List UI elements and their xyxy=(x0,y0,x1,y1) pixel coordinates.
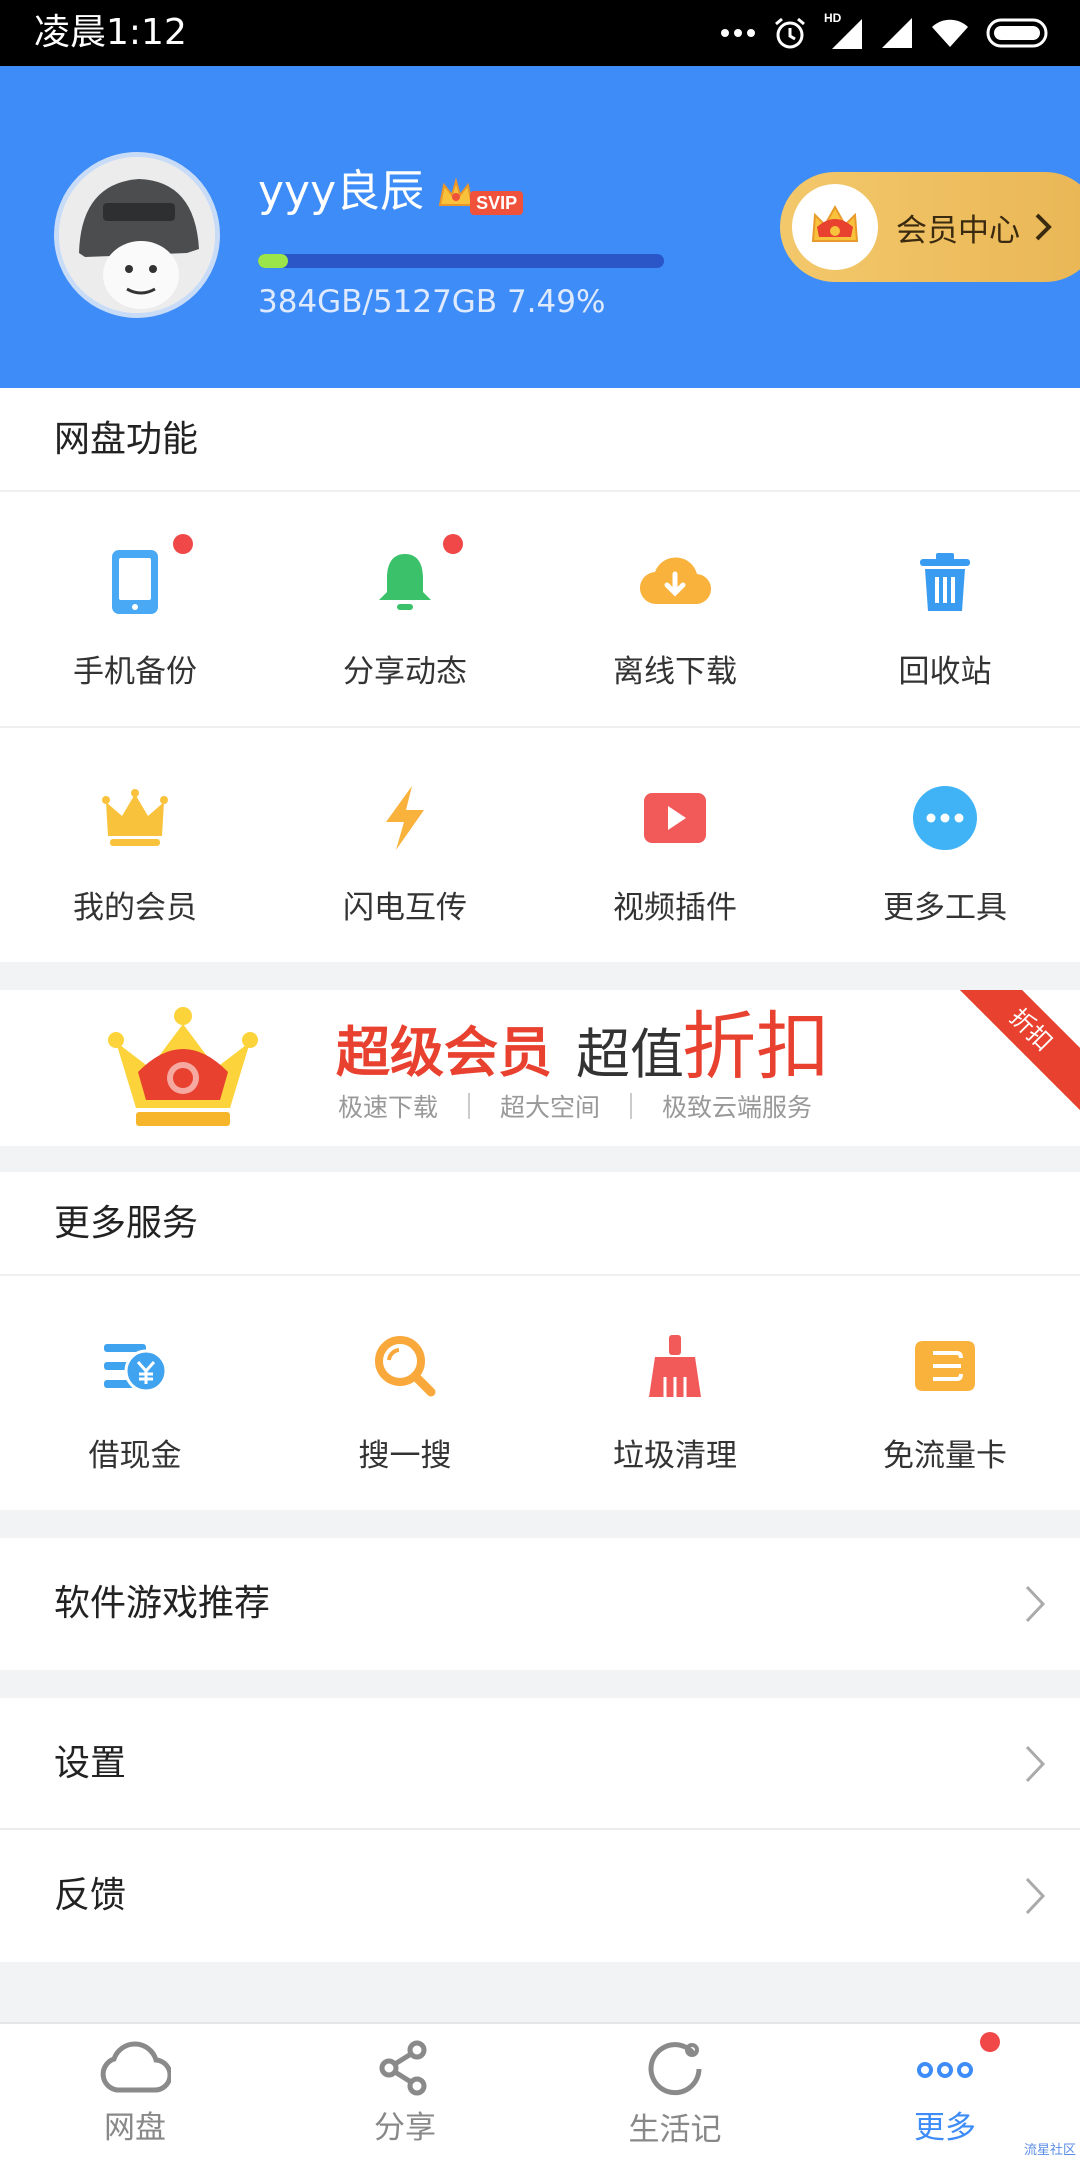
service-junk-cleanup[interactable]: 垃圾清理 xyxy=(540,1276,810,1510)
status-time: 凌晨1:12 xyxy=(34,12,187,53)
menu-recommend-label: 软件游戏推荐 xyxy=(54,1583,271,1624)
feature-label: 手机备份 xyxy=(73,654,197,690)
svip-badge: SVIP xyxy=(436,169,524,215)
cloud-icon xyxy=(100,2041,171,2093)
feature-my-membership[interactable]: 我的会员 xyxy=(0,728,270,960)
menu-recommend[interactable]: 软件游戏推荐 xyxy=(0,1538,1080,1670)
service-label: 借现金 xyxy=(88,1438,182,1474)
separator xyxy=(468,1093,471,1119)
feature-label: 我的会员 xyxy=(73,890,197,926)
feature-offline-download[interactable]: 离线下载 xyxy=(540,492,810,726)
sim-card-icon xyxy=(915,1341,975,1391)
storage-quota-bar xyxy=(258,254,664,268)
bottom-tab-bar: 网盘 分享 生活记 更多 流星社区 xyxy=(0,2022,1080,2160)
menu-settings-label: 设置 xyxy=(54,1743,127,1784)
wifi-icon xyxy=(932,19,968,47)
phone-icon xyxy=(112,550,158,614)
service-search[interactable]: 搜一搜 xyxy=(270,1276,540,1510)
service-label: 免流量卡 xyxy=(883,1438,1007,1474)
chevron-right-icon xyxy=(1025,1745,1046,1783)
more-dots-icon xyxy=(913,786,977,850)
cloud-download-icon xyxy=(640,557,711,605)
services-title: 更多服务 xyxy=(0,1172,1080,1276)
tab-label: 网盘 xyxy=(104,2110,166,2146)
lightning-icon xyxy=(386,786,424,850)
feature-label: 离线下载 xyxy=(613,654,737,690)
username: yyy良辰 xyxy=(258,166,425,217)
share-icon xyxy=(379,2040,427,2096)
banner-title-big: 折扣 xyxy=(682,1004,830,1090)
battery-icon xyxy=(986,18,1048,48)
feature-share-activity[interactable]: 分享动态 xyxy=(270,492,540,726)
tab-label: 分享 xyxy=(374,2110,436,2146)
feature-more-tools[interactable]: 更多工具 xyxy=(810,728,1080,960)
broom-icon xyxy=(649,1335,701,1397)
cash-icon xyxy=(104,1344,168,1393)
features-card: 网盘功能 手机备份 分享动态 离线下载 回收站 我的会员 闪电互传 视频插件 更… xyxy=(0,388,1080,962)
service-data-free-card[interactable]: 免流量卡 xyxy=(810,1276,1080,1510)
banner-subtitle: 超大空间 xyxy=(500,1093,601,1122)
super-vip-banner[interactable]: 超级会员 超值 折扣 极速下载 超大空间 极致云端服务 折扣 xyxy=(0,990,1080,1146)
feature-label: 视频插件 xyxy=(613,890,737,926)
feature-label: 闪电互传 xyxy=(343,890,467,926)
bell-icon xyxy=(379,554,431,610)
menu-feedback[interactable]: 反馈 xyxy=(0,1830,1080,1962)
tab-life-record[interactable]: 生活记 xyxy=(540,2024,810,2160)
notification-dot xyxy=(173,534,193,554)
crown-illustration-icon xyxy=(108,1007,258,1126)
tab-label: 生活记 xyxy=(628,2112,722,2148)
feature-recycle-bin[interactable]: 回收站 xyxy=(810,492,1080,726)
notification-dot xyxy=(980,2032,1000,2052)
crown-icon xyxy=(811,204,859,242)
storage-quota-fill xyxy=(258,254,289,268)
status-bar: 凌晨1:12 HD xyxy=(0,0,1080,66)
vip-center-button[interactable]: 会员中心 xyxy=(780,172,1080,282)
feature-label: 更多工具 xyxy=(883,890,1007,926)
crown-icon xyxy=(102,789,168,846)
banner-subtitle: 极速下载 xyxy=(338,1093,439,1122)
tab-label: 更多 xyxy=(914,2110,976,2146)
avatar[interactable] xyxy=(54,152,220,318)
refresh-circle-icon xyxy=(648,2042,702,2096)
more-notifications-icon xyxy=(721,29,755,37)
service-label: 搜一搜 xyxy=(358,1438,452,1474)
banner-subtitle: 极致云端服务 xyxy=(662,1093,813,1122)
tab-netdisk[interactable]: 网盘 xyxy=(0,2024,270,2160)
vip-crown-badge xyxy=(792,184,878,270)
menu-settings[interactable]: 设置 xyxy=(0,1698,1080,1830)
video-play-icon xyxy=(644,793,706,843)
feature-phone-backup[interactable]: 手机备份 xyxy=(0,492,270,726)
services-card: 更多服务 借现金 搜一搜 垃圾清理 免流量卡 xyxy=(0,1172,1080,1510)
chevron-right-icon xyxy=(1025,1585,1046,1623)
feature-label: 分享动态 xyxy=(343,654,467,690)
profile-header: yyy良辰 SVIP 384GB/5127GB 7.49% 会员中心 xyxy=(0,66,1080,388)
search-icon xyxy=(375,1336,436,1397)
watermark: 流星社区 xyxy=(1023,2143,1076,2158)
feature-video-plugin[interactable]: 视频插件 xyxy=(540,728,810,960)
banner-title-normal: 超值 xyxy=(576,1023,684,1086)
service-borrow-cash[interactable]: 借现金 xyxy=(0,1276,270,1510)
banner-subtitles: 极速下载 超大空间 极致云端服务 xyxy=(338,1088,812,1124)
signal-hd-icon: HD xyxy=(824,11,864,51)
signal-icon xyxy=(882,18,912,48)
features-title: 网盘功能 xyxy=(0,388,1080,492)
banner-title-bold: 超级会员 xyxy=(336,1021,552,1084)
service-label: 垃圾清理 xyxy=(613,1438,737,1474)
storage-quota-text: 384GB/5127GB 7.49% xyxy=(258,284,606,320)
discount-ribbon: 折扣 xyxy=(948,990,1080,1113)
feature-label: 回收站 xyxy=(898,654,992,690)
tab-share[interactable]: 分享 xyxy=(270,2024,540,2160)
notification-dot xyxy=(443,534,463,554)
feature-lightning-transfer[interactable]: 闪电互传 xyxy=(270,728,540,960)
trash-icon xyxy=(920,553,970,611)
menu-feedback-label: 反馈 xyxy=(54,1875,127,1916)
chevron-right-icon xyxy=(1035,213,1052,241)
alarm-icon xyxy=(775,17,805,49)
chevron-right-icon xyxy=(1025,1877,1046,1915)
more-icon xyxy=(917,2062,973,2078)
separator xyxy=(630,1093,633,1119)
vip-center-label: 会员中心 xyxy=(896,212,1020,249)
